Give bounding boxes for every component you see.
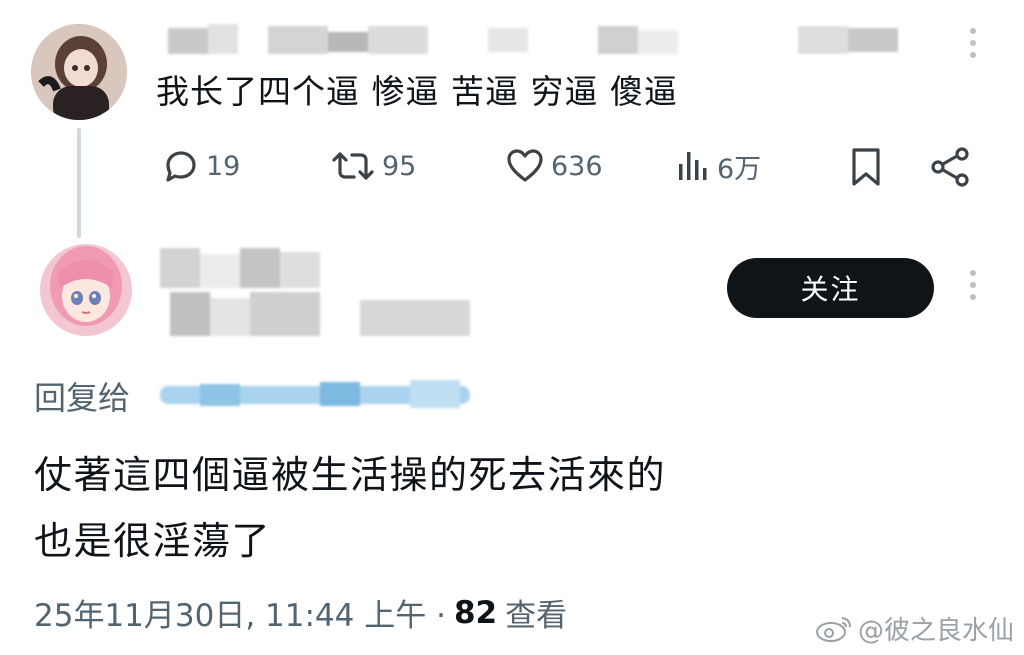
parent-avatar-image [31, 24, 127, 120]
views-action[interactable]: 6万 [675, 146, 761, 186]
views-count: 6万 [717, 153, 762, 185]
comment-icon [166, 151, 196, 182]
like-action[interactable]: 636 [505, 146, 603, 186]
weibo-logo-icon [815, 616, 851, 642]
reply-avatar-image [40, 244, 132, 336]
share-button[interactable] [928, 146, 972, 192]
heart-icon [507, 149, 543, 182]
thread-connector [77, 128, 81, 238]
reply-text-line2: 也是很淫蕩了 [34, 519, 272, 563]
parent-more-icon[interactable] [968, 28, 978, 58]
reply-to-label: 回复给 [34, 379, 131, 417]
retweet-count: 95 [382, 150, 417, 182]
weibo-watermark: @彼之良水仙 [814, 610, 1014, 647]
reply-username-blurred[interactable] [160, 248, 490, 338]
reply-to-handle-blurred[interactable] [160, 378, 470, 412]
reply-avatar[interactable] [40, 244, 132, 336]
retweet-icon [332, 152, 374, 180]
parent-username-blurred[interactable] [158, 22, 948, 62]
share-icon [931, 147, 969, 187]
reply-action[interactable]: 19 [160, 146, 240, 186]
bookmark-button[interactable] [846, 146, 886, 192]
follow-button[interactable]: 关注 [727, 258, 934, 318]
parent-tweet-text: 我长了四个逼 惨逼 苦逼 穷逼 傻逼 [156, 72, 678, 111]
parent-avatar[interactable] [31, 24, 127, 120]
bookmark-icon [852, 148, 880, 186]
reply-count: 19 [206, 150, 241, 182]
reply-text-line1: 仗著這四個逼被生活操的死去活來的 [34, 453, 667, 497]
like-count: 636 [551, 150, 603, 182]
views-icon [679, 152, 707, 180]
reply-meta: 25年11月30日, 11:44 上午 · 82 查看 [34, 590, 567, 635]
reply-view-label: 查看 [505, 598, 568, 634]
reply-timestamp[interactable]: 25年11月30日, 11:44 上午 · [34, 590, 446, 635]
reply-view-count: 82 [453, 594, 498, 631]
reply-more-icon[interactable] [968, 270, 978, 300]
retweet-action[interactable]: 95 [330, 146, 416, 186]
watermark-text: @彼之良水仙 [857, 616, 1014, 646]
